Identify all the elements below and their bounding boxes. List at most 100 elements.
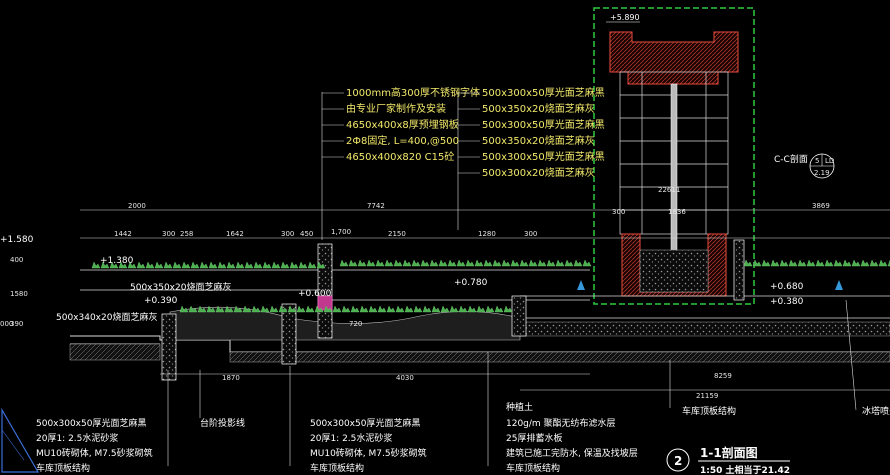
title-scale: 1:50 土相当于21.42 xyxy=(700,464,790,475)
dim-21159: 21159 xyxy=(696,392,718,400)
shrub-icon xyxy=(289,261,299,269)
cad-drawing-canvas: +5.890 2000 7742 3869 1442 300 258 1642 … xyxy=(0,0,890,475)
label-500x340: 500x340x20烧面芝麻灰 xyxy=(56,311,157,323)
shrub-icon xyxy=(878,259,888,267)
annot-left-1: 由专业厂家制作及安装 xyxy=(346,102,446,115)
shrub-icon xyxy=(510,259,520,267)
shrub-icon xyxy=(797,259,807,267)
garage-label: 车库顶板结构 xyxy=(682,405,736,417)
shrub-icon xyxy=(770,259,780,267)
bottom-left-notes: 500x300x50厚光面芝麻黑 20厚1: 2.5水泥砂浆 MU10砖砌体, … xyxy=(36,370,169,474)
shrub-icon xyxy=(226,261,236,269)
annot-right-1: 500x350x20烧面芝麻灰 xyxy=(482,102,595,115)
shrub-icon xyxy=(359,305,369,313)
shrub-icon xyxy=(368,305,378,313)
dim-1280: 1280 xyxy=(478,230,496,238)
section-drawing: +5.890 2000 7742 3869 1442 300 258 1642 … xyxy=(0,7,890,475)
shrub-icon xyxy=(190,261,200,269)
dim-300c: 300 xyxy=(524,230,537,238)
fountain-nozzle-icon xyxy=(577,280,585,290)
shrub-icon xyxy=(348,259,358,267)
shrub-icon xyxy=(555,259,565,267)
shrub-icon xyxy=(181,261,191,269)
shrub-icon xyxy=(465,259,475,267)
bl-note-1: 20厚1: 2.5水泥砂浆 xyxy=(36,432,118,444)
shrub-icon xyxy=(440,305,450,313)
dim-300a: 300 xyxy=(162,230,175,238)
bottom-mid-notes: 500x300x50厚光面芝麻黑 20厚1: 2.5水泥砂浆 MU10砖砌体, … xyxy=(289,366,427,474)
shrub-icon xyxy=(752,259,762,267)
shrub-icon xyxy=(806,259,816,267)
shrub-icon xyxy=(494,305,504,313)
dim-1700: 1,700 xyxy=(331,228,351,236)
monument-base-fill xyxy=(639,249,709,293)
elev-380: +0.380 xyxy=(770,297,804,307)
shrub-icon xyxy=(199,261,209,269)
shrub-icon xyxy=(429,259,439,267)
shrub-icon xyxy=(476,305,486,313)
annot-right-3: 500x350x20烧面芝麻灰 xyxy=(482,134,595,147)
elev-780: +0.780 xyxy=(454,278,488,288)
shrub-icon xyxy=(339,259,349,267)
shrub-icon xyxy=(779,259,789,267)
dim-258: 258 xyxy=(180,230,193,238)
bl-note-2: MU10砖砌体, M7.5砂浆砌筑 xyxy=(36,447,153,459)
shrub-icon xyxy=(253,261,263,269)
shrub-icon xyxy=(269,305,279,313)
annot-right-4: 500x300x50厚光面芝麻黑 xyxy=(482,150,605,163)
shrub-icon xyxy=(582,259,592,267)
shrub-icon xyxy=(172,261,182,269)
shrub-icon xyxy=(296,305,306,313)
dim-300b: 300 xyxy=(281,230,294,238)
shrub-icon xyxy=(298,261,308,269)
bm-note-0: 500x300x50厚光面芝麻黑 xyxy=(310,417,420,429)
dim-v-1580: 1580 xyxy=(10,290,28,298)
dim-7742: 7742 xyxy=(367,202,385,210)
bl-note-3: 车库顶板结构 xyxy=(36,462,90,474)
shrub-icon xyxy=(546,259,556,267)
cut-label: 冰塔喷头 xyxy=(862,405,890,417)
label-500x350: 500x350x20烧面芝麻灰 xyxy=(130,281,231,293)
annot-right-2: 500x300x50厚光面芝麻黑 xyxy=(482,118,605,131)
shrub-icon xyxy=(842,259,852,267)
shrub-icon xyxy=(528,259,538,267)
shrub-icon xyxy=(307,261,317,269)
title-text: 1-1剖面图 xyxy=(700,445,758,460)
shrub-icon xyxy=(743,259,753,267)
dim-1642: 1642 xyxy=(226,230,244,238)
shrub-icon xyxy=(145,261,155,269)
annot-left-0: 1000mm高300厚不锈钢字体 xyxy=(346,86,480,99)
shrub-icon xyxy=(447,259,457,267)
br-note-0: 种植土 xyxy=(506,401,533,413)
dim-720: 720 xyxy=(349,320,362,328)
shrub-icon xyxy=(761,259,771,267)
title-number: 2 xyxy=(674,454,682,468)
shrub-icon xyxy=(458,305,468,313)
shrub-icon xyxy=(413,305,423,313)
bm-note-1: 20厚1: 2.5水泥砂浆 xyxy=(310,432,392,444)
shrub-icon xyxy=(341,305,351,313)
shrub-icon xyxy=(485,305,495,313)
monument-wall: +5.890 xyxy=(593,7,755,305)
shrub-icon xyxy=(91,261,101,269)
br-note-4: 车库顶板结构 xyxy=(506,462,560,474)
shrub-icon xyxy=(366,259,376,267)
step-light-label: 台阶投影线 xyxy=(200,417,245,429)
shrub-icon xyxy=(449,305,459,313)
shrub-icon xyxy=(431,305,441,313)
dim-22611: 22611 xyxy=(658,186,680,194)
bm-note-3: 车库顶板结构 xyxy=(310,462,364,474)
dim-2150: 2150 xyxy=(388,230,406,238)
bl-note-0: 500x300x50厚光面芝麻黑 xyxy=(36,417,146,429)
shrub-icon xyxy=(501,259,511,267)
monument-cap xyxy=(609,31,739,85)
shrub-icon xyxy=(411,259,421,267)
section-ref-num: 5 xyxy=(815,157,819,165)
title-block: 2 1-1剖面图 1:50 土相当于21.42 xyxy=(666,445,790,475)
shrub-icon xyxy=(235,261,245,269)
dim-3869: 3869 xyxy=(812,202,830,210)
shrub-icon xyxy=(136,261,146,269)
shrub-icon xyxy=(788,259,798,267)
dim-4030: 4030 xyxy=(396,374,414,382)
annot-right-5: 500x300x20烧面芝麻灰 xyxy=(482,166,595,179)
